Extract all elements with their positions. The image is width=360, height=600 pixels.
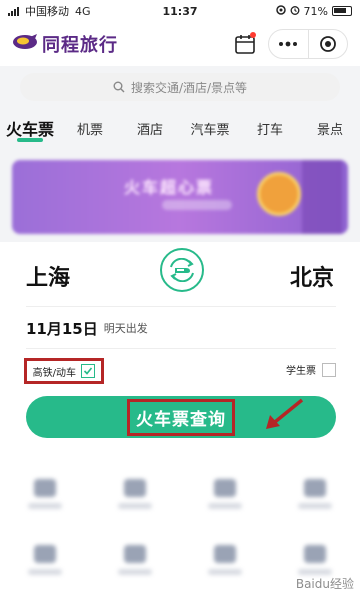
service-icon xyxy=(124,479,146,497)
close-mini-program-button[interactable] xyxy=(309,30,348,58)
tab-bus[interactable]: 汽车票 xyxy=(180,119,240,138)
tab-label: 机票 xyxy=(76,122,103,138)
service-label xyxy=(28,503,62,509)
watermark: Baidu经验 xyxy=(295,577,354,591)
service-item[interactable] xyxy=(90,530,180,590)
service-label xyxy=(118,503,152,509)
student-ticket-option[interactable]: 学生票 xyxy=(286,362,336,377)
departure-date: 11月15日 xyxy=(26,319,98,338)
service-label xyxy=(208,569,242,575)
app-header: 同程旅行 xyxy=(0,22,360,66)
tab-label: 景点 xyxy=(316,122,343,138)
tab-flight[interactable]: 机票 xyxy=(60,119,120,138)
alarm-icon xyxy=(290,5,300,18)
location-icon xyxy=(275,4,286,18)
promo-banner[interactable]: 火车超心票 xyxy=(12,160,348,234)
search-placeholder: 搜索交通/酒店/景点等 xyxy=(130,80,248,95)
high-speed-checkbox[interactable] xyxy=(81,364,96,378)
banner-subtitle-bar xyxy=(162,200,232,210)
train-swap-icon xyxy=(170,258,194,282)
divider xyxy=(26,348,336,349)
banner-badge-icon xyxy=(257,172,301,216)
date-selector[interactable]: 11月15日 明天出发 xyxy=(0,312,360,344)
search-trains-label: 火车票查询 xyxy=(127,398,235,436)
tab-label: 汽车票 xyxy=(190,122,230,138)
app-name: 同程旅行 xyxy=(42,35,118,56)
app-logo[interactable]: 同程旅行 xyxy=(12,31,118,57)
service-item[interactable] xyxy=(90,464,180,524)
banner-title: 火车超心票 xyxy=(124,178,215,197)
signal-icon xyxy=(8,6,19,16)
service-icon xyxy=(304,479,326,497)
booking-card: 上海 北京 11月15日 明天出发 高铁/动车 学生票 火车票查询 Baidu经… xyxy=(0,242,360,600)
service-icon xyxy=(34,545,56,563)
category-tabs: 火车票 机票 酒店 汽车票 打车 景点 xyxy=(0,108,360,148)
service-icon xyxy=(124,545,146,563)
arrival-station[interactable]: 北京 xyxy=(254,260,334,292)
tab-label: 火车票 xyxy=(5,120,54,139)
tab-label: 打车 xyxy=(256,122,283,138)
service-item[interactable] xyxy=(0,530,90,590)
more-button[interactable] xyxy=(269,30,308,58)
high-speed-label: 高铁/动车 xyxy=(32,367,77,379)
service-icon xyxy=(34,479,56,497)
mini-program-capsule xyxy=(268,29,348,59)
carrier-label: 中国移动 xyxy=(25,5,69,18)
logo-icon xyxy=(12,31,38,57)
student-ticket-label: 学生票 xyxy=(286,366,316,377)
search-input[interactable]: 搜索交通/酒店/景点等 xyxy=(20,73,340,101)
banner-ribbon xyxy=(302,160,342,234)
swap-stations-button[interactable] xyxy=(160,248,204,292)
ticket-options: 高铁/动车 学生票 xyxy=(0,354,360,384)
departure-station[interactable]: 上海 xyxy=(26,260,106,292)
service-label xyxy=(118,569,152,575)
more-icon xyxy=(279,41,298,47)
divider xyxy=(26,306,336,307)
service-item[interactable] xyxy=(0,464,90,524)
service-icon xyxy=(214,545,236,563)
student-ticket-checkbox[interactable] xyxy=(322,362,336,377)
battery-icon xyxy=(332,6,352,16)
calendar-button[interactable] xyxy=(232,31,258,57)
status-bar: 中国移动 4G 11:37 71% xyxy=(0,0,360,22)
service-item[interactable] xyxy=(180,530,270,590)
search-icon xyxy=(113,81,125,93)
checkmark-icon xyxy=(84,367,93,375)
tab-attractions[interactable]: 景点 xyxy=(300,119,360,138)
service-label xyxy=(28,569,62,575)
tab-label: 酒店 xyxy=(136,122,163,138)
service-icon xyxy=(214,479,236,497)
service-item[interactable] xyxy=(180,464,270,524)
target-icon xyxy=(319,36,336,52)
service-label xyxy=(298,503,332,509)
high-speed-option[interactable]: 高铁/动车 xyxy=(24,358,104,384)
network-label: 4G xyxy=(75,4,91,18)
tab-taxi[interactable]: 打车 xyxy=(240,119,300,138)
tab-hotel[interactable]: 酒店 xyxy=(120,119,180,138)
departure-date-note: 明天出发 xyxy=(103,322,148,335)
search-trains-button[interactable]: 火车票查询 xyxy=(26,396,336,438)
active-tab-indicator xyxy=(17,138,43,142)
service-label xyxy=(208,503,242,509)
service-icon xyxy=(304,545,326,563)
tab-train[interactable]: 火车票 xyxy=(0,116,60,142)
battery-percent: 71% xyxy=(303,4,328,18)
notification-dot xyxy=(250,32,256,38)
service-item[interactable] xyxy=(270,464,360,524)
